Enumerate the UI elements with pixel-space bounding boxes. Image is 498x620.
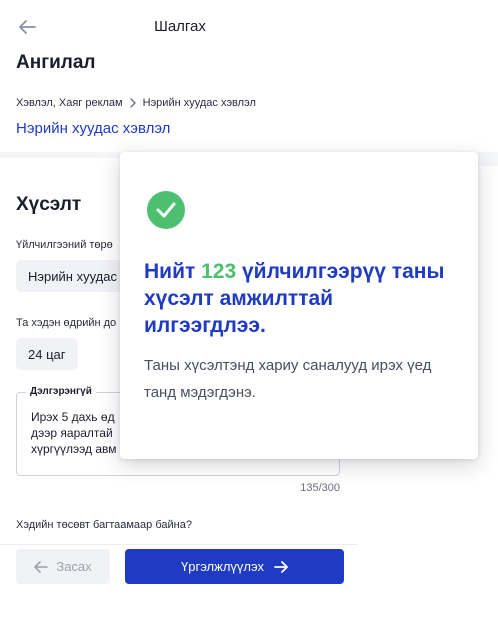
page-title: Шалгах — [154, 18, 206, 35]
edit-button[interactable]: Засах — [16, 549, 110, 584]
breadcrumb-parent[interactable]: Хэвлэл, Хаяг реклам — [16, 97, 123, 109]
continue-button-label: Үргэлжлүүлэх — [181, 559, 264, 574]
details-label: Дэлгэрэнгүй — [26, 386, 96, 397]
service-count: 123 — [201, 260, 237, 283]
modal-message: Таны хүсэлтэнд хариу саналууд ирэх үед т… — [144, 357, 432, 401]
char-counter: 135/300 — [300, 482, 340, 494]
check-circle-icon — [147, 191, 185, 229]
edit-button-label: Засах — [56, 559, 92, 574]
service-type-chip[interactable]: Нэрийн хуудас — [16, 260, 129, 292]
arrow-left-icon — [34, 560, 49, 573]
budget-question: Хэдийн төсөвт багтаамаар байна? — [16, 519, 192, 531]
category-heading: Ангилал — [16, 52, 96, 73]
chevron-right-icon — [129, 98, 136, 108]
days-chip[interactable]: 24 цаг — [16, 338, 78, 370]
arrow-right-icon — [274, 560, 288, 573]
days-label: Та хэдэн өдрийн до — [16, 317, 117, 329]
modal-title-prefix: Нийт — [144, 260, 202, 283]
continue-button[interactable]: Үргэлжлүүлэх — [125, 549, 344, 584]
breadcrumb-current: Нэрийн хуудас хэвлэл — [142, 97, 256, 109]
breadcrumb: Хэвлэл, Хаяг реклам Нэрийн хуудас хэвлэл — [16, 97, 256, 109]
success-modal: Нийт 123 үйлчилгээрүү таны хүсэлт амжилт… — [120, 152, 478, 459]
service-type-label: Үйлчилгээний төрө — [16, 239, 113, 251]
selected-category[interactable]: Нэрийн хуудас хэвлэл — [16, 120, 170, 137]
request-heading: Хүсэлт — [16, 194, 82, 215]
modal-title: Нийт 123 үйлчилгээрүү таны хүсэлт амжилт… — [144, 258, 454, 339]
